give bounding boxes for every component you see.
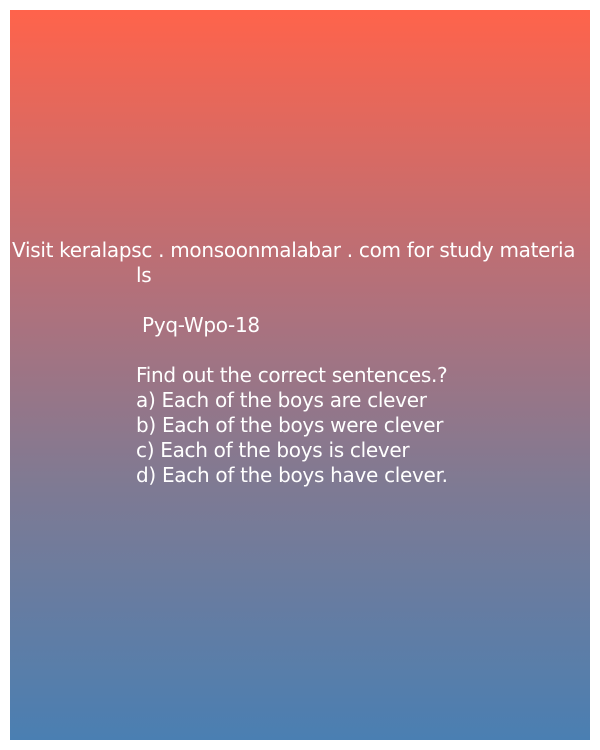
question-text: Find out the correct sentences.? bbox=[136, 363, 448, 387]
visit-line-2: ls bbox=[136, 263, 152, 287]
option-d: d) Each of the boys have clever. bbox=[136, 463, 448, 487]
option-c: c) Each of the boys is clever bbox=[136, 438, 410, 462]
gradient-card: Visit keralapsc . monsoonmalabar . com f… bbox=[10, 10, 590, 740]
post-text: Visit keralapsc . monsoonmalabar . com f… bbox=[10, 238, 590, 488]
visit-line-1: Visit keralapsc . monsoonmalabar . com f… bbox=[12, 238, 576, 262]
option-a: a) Each of the boys are clever bbox=[136, 388, 427, 412]
option-b: b) Each of the boys were clever bbox=[136, 413, 444, 437]
question-code: Pyq-Wpo-18 bbox=[136, 313, 260, 337]
